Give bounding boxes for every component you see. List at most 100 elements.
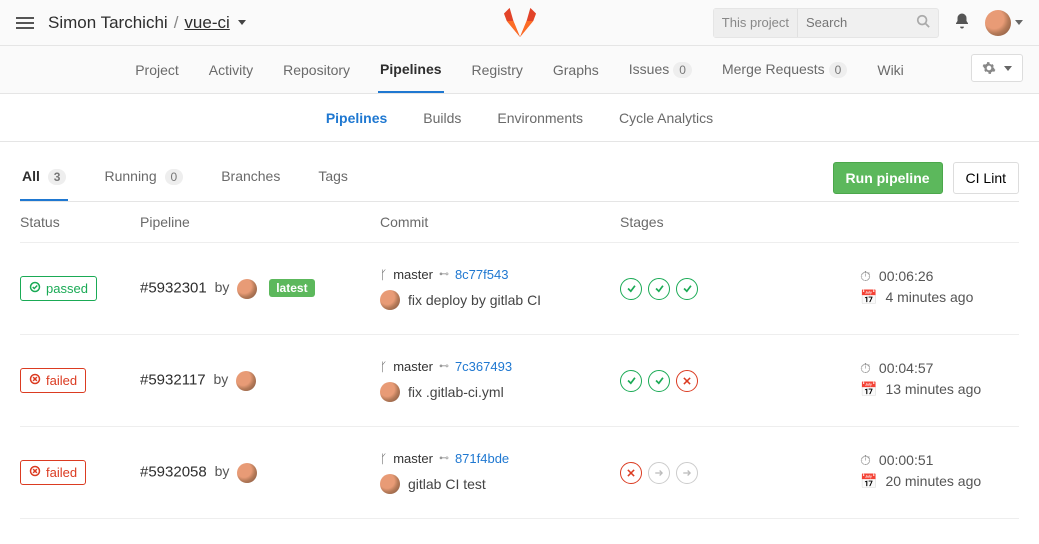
top-bar: Simon Tarchichi / vue-ci This project bbox=[0, 0, 1039, 46]
commit-sha[interactable]: 871f4bde bbox=[455, 451, 509, 466]
commit-author-avatar[interactable] bbox=[380, 382, 400, 402]
commit-glyph-icon: ⊷ bbox=[439, 269, 449, 280]
stage-pass-icon[interactable] bbox=[648, 278, 670, 300]
breadcrumb-sep: / bbox=[174, 13, 179, 33]
stages bbox=[620, 370, 860, 392]
commit-message: fix .gitlab-ci.yml bbox=[408, 384, 504, 400]
stage-pass-icon[interactable] bbox=[648, 370, 670, 392]
nav-repository[interactable]: Repository bbox=[281, 48, 352, 92]
sub-nav: Pipelines Builds Environments Cycle Anal… bbox=[0, 94, 1039, 142]
branch-name[interactable]: master bbox=[393, 359, 433, 374]
bell-icon[interactable] bbox=[953, 12, 971, 33]
all-count: 3 bbox=[48, 169, 67, 185]
th-stages: Stages bbox=[620, 214, 860, 230]
by-label: by bbox=[215, 279, 230, 295]
pipeline-id[interactable]: #5932058 bbox=[140, 463, 207, 480]
stage-skip-icon[interactable] bbox=[676, 462, 698, 484]
user-menu[interactable] bbox=[985, 10, 1023, 36]
breadcrumb: Simon Tarchichi / vue-ci bbox=[48, 13, 246, 33]
latest-badge: latest bbox=[269, 279, 314, 297]
nav-wiki[interactable]: Wiki bbox=[875, 48, 905, 92]
breadcrumb-owner[interactable]: Simon Tarchichi bbox=[48, 13, 168, 33]
stage-fail-icon[interactable] bbox=[676, 370, 698, 392]
commit-glyph-icon: ⊷ bbox=[439, 361, 449, 372]
commit-sha[interactable]: 7c367493 bbox=[455, 359, 512, 374]
table-body: passed #5932301 by latest ᚴ master ⊷ 8c7… bbox=[20, 243, 1019, 519]
filter-tabs: All 3 Running 0 Branches Tags bbox=[20, 154, 350, 201]
breadcrumb-project[interactable]: vue-ci bbox=[184, 13, 229, 33]
tab-running-label: Running bbox=[104, 168, 156, 184]
subnav-environments[interactable]: Environments bbox=[497, 110, 583, 126]
search-input[interactable] bbox=[798, 15, 908, 30]
pipeline-id[interactable]: #5932301 bbox=[140, 279, 207, 296]
nav-pipelines[interactable]: Pipelines bbox=[378, 47, 443, 93]
stage-pass-icon[interactable] bbox=[620, 370, 642, 392]
status-pill[interactable]: failed bbox=[20, 368, 86, 393]
tab-tags[interactable]: Tags bbox=[316, 154, 350, 201]
branch-name[interactable]: master bbox=[393, 451, 433, 466]
nav-issues-label: Issues bbox=[629, 61, 669, 77]
stage-fail-icon[interactable] bbox=[620, 462, 642, 484]
chevron-down-icon[interactable] bbox=[238, 20, 246, 25]
stage-pass-icon[interactable] bbox=[620, 278, 642, 300]
commit-sha[interactable]: 8c77f543 bbox=[455, 267, 509, 282]
nav-graphs[interactable]: Graphs bbox=[551, 48, 601, 92]
author-avatar[interactable] bbox=[236, 371, 256, 391]
nav-registry[interactable]: Registry bbox=[470, 48, 525, 92]
branch-icon: ᚴ bbox=[380, 452, 387, 466]
calendar-icon: 📅 bbox=[860, 289, 877, 306]
search-box: This project bbox=[713, 8, 939, 38]
nav-activity[interactable]: Activity bbox=[207, 48, 255, 92]
tab-running[interactable]: Running 0 bbox=[102, 154, 185, 201]
search-button[interactable] bbox=[908, 14, 938, 31]
commit-author-avatar[interactable] bbox=[380, 290, 400, 310]
stage-skip-icon[interactable] bbox=[648, 462, 670, 484]
issues-count: 0 bbox=[673, 62, 692, 78]
author-avatar[interactable] bbox=[237, 463, 257, 483]
nav-merge-requests[interactable]: Merge Requests0 bbox=[720, 47, 849, 92]
by-label: by bbox=[215, 463, 230, 479]
commit-author-avatar[interactable] bbox=[380, 474, 400, 494]
settings-button[interactable] bbox=[971, 54, 1023, 82]
pipeline-id[interactable]: #5932117 bbox=[140, 371, 206, 388]
running-count: 0 bbox=[165, 169, 184, 185]
avatar bbox=[985, 10, 1011, 36]
run-pipeline-button[interactable]: Run pipeline bbox=[833, 162, 943, 194]
status-pill[interactable]: passed bbox=[20, 276, 97, 301]
status-icon bbox=[29, 281, 41, 296]
tab-all[interactable]: All 3 bbox=[20, 154, 68, 201]
table-row: failed #5932117 by ᚴ master ⊷ 7c367493 f… bbox=[20, 335, 1019, 427]
nav-issues[interactable]: Issues0 bbox=[627, 47, 694, 92]
author-avatar[interactable] bbox=[237, 279, 257, 299]
commit-glyph-icon: ⊷ bbox=[439, 453, 449, 464]
time-ago: 4 minutes ago bbox=[885, 289, 973, 305]
menu-icon[interactable] bbox=[16, 14, 34, 32]
th-status: Status bbox=[20, 214, 140, 230]
branch-name[interactable]: master bbox=[393, 267, 433, 282]
tab-branches[interactable]: Branches bbox=[219, 154, 282, 201]
status-label: failed bbox=[46, 373, 77, 388]
ci-lint-button[interactable]: CI Lint bbox=[953, 162, 1019, 194]
duration: 00:04:57 bbox=[879, 360, 934, 376]
gitlab-logo-icon[interactable] bbox=[503, 6, 537, 41]
subnav-builds[interactable]: Builds bbox=[423, 110, 461, 126]
status-pill[interactable]: failed bbox=[20, 460, 86, 485]
nav-project[interactable]: Project bbox=[133, 48, 181, 92]
subnav-cycle-analytics[interactable]: Cycle Analytics bbox=[619, 110, 713, 126]
status-icon bbox=[29, 373, 41, 388]
nav-mr-label: Merge Requests bbox=[722, 61, 825, 77]
stage-pass-icon[interactable] bbox=[676, 278, 698, 300]
subnav-pipelines[interactable]: Pipelines bbox=[326, 110, 387, 126]
caret-down-icon bbox=[1004, 66, 1012, 71]
main-nav: Project Activity Repository Pipelines Re… bbox=[0, 46, 1039, 94]
content: All 3 Running 0 Branches Tags Run pipeli… bbox=[0, 142, 1039, 519]
calendar-icon: 📅 bbox=[860, 473, 877, 490]
stopwatch-icon: ⏱ bbox=[860, 268, 871, 285]
branch-icon: ᚴ bbox=[380, 268, 387, 282]
gear-icon bbox=[982, 61, 996, 75]
stages bbox=[620, 462, 860, 484]
top-right: This project bbox=[713, 8, 1023, 38]
commit-message: fix deploy by gitlab CI bbox=[408, 292, 541, 308]
search-scope[interactable]: This project bbox=[714, 9, 798, 37]
time-ago: 20 minutes ago bbox=[885, 473, 981, 489]
